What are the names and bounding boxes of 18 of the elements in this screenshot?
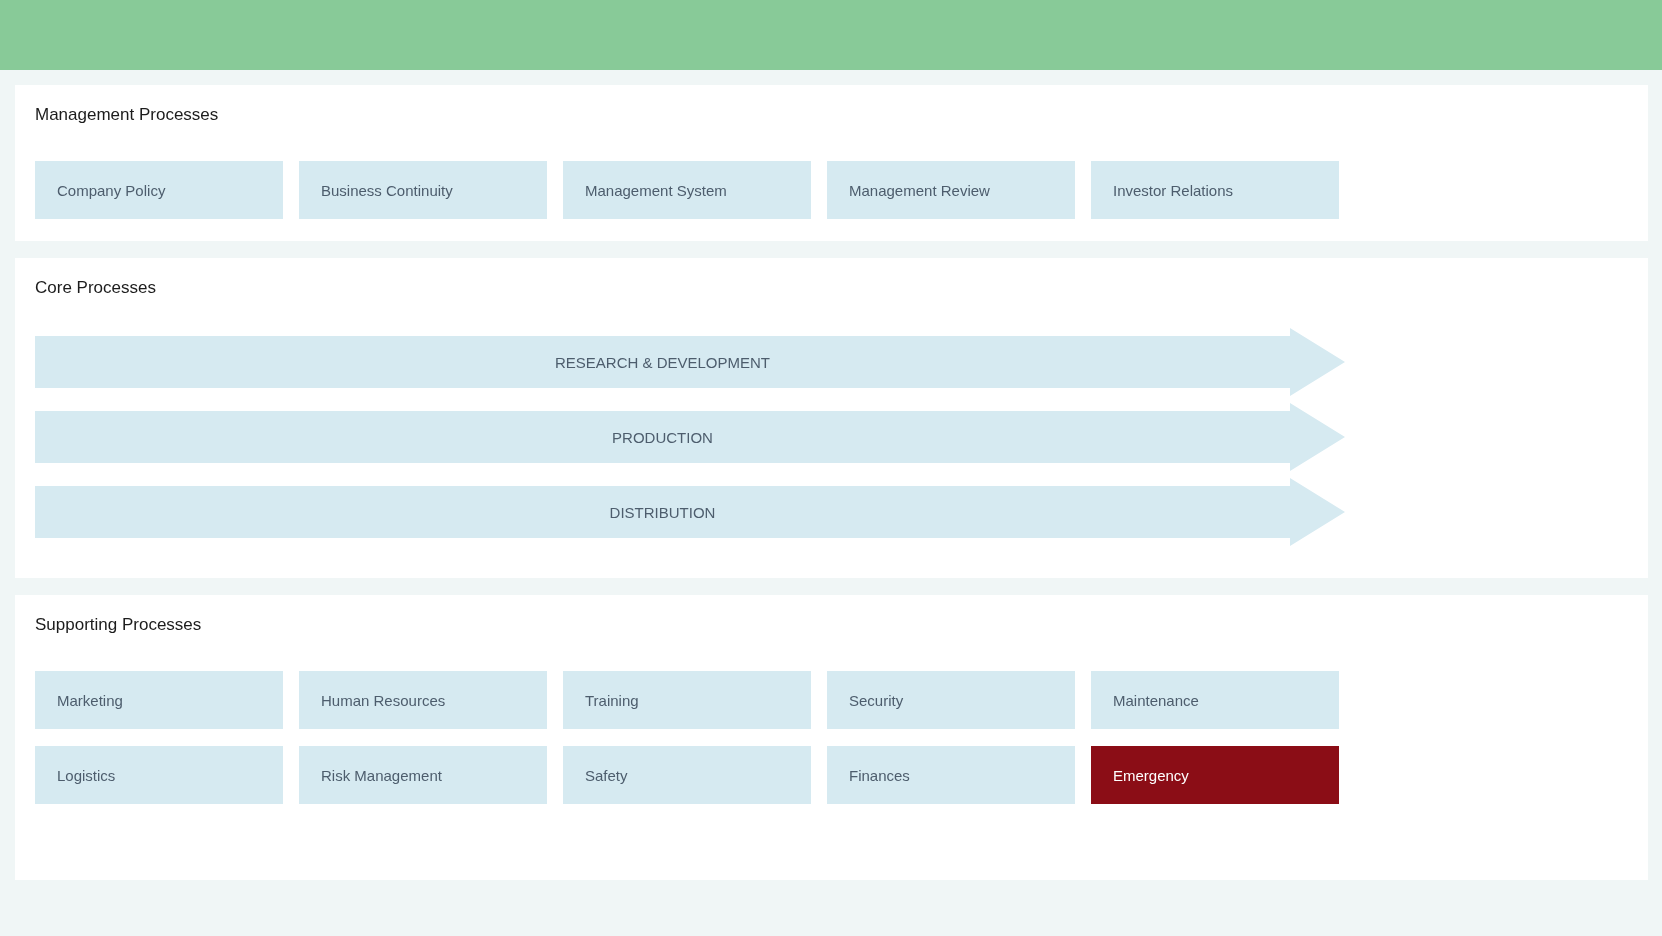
process-tile[interactable]: Risk Management: [299, 746, 547, 804]
process-tile[interactable]: Logistics: [35, 746, 283, 804]
section-title: Management Processes: [35, 105, 220, 125]
section-title: Core Processes: [35, 278, 157, 298]
process-tile[interactable]: Human Resources: [299, 671, 547, 729]
process-tile[interactable]: Security: [827, 671, 1075, 729]
process-tile[interactable]: Business Continuity: [299, 161, 547, 219]
process-tile[interactable]: Safety: [563, 746, 811, 804]
process-tile[interactable]: Investor Relations: [1091, 161, 1339, 219]
process-tile[interactable]: Management System: [563, 161, 811, 219]
process-tile[interactable]: Training: [563, 671, 811, 729]
process-tile[interactable]: Marketing: [35, 671, 283, 729]
section-title: Supporting Processes: [35, 615, 203, 635]
process-tile[interactable]: Maintenance: [1091, 671, 1339, 729]
process-tile[interactable]: Finances: [827, 746, 1075, 804]
process-tile[interactable]: Management Review: [827, 161, 1075, 219]
process-tile[interactable]: Company Policy: [35, 161, 283, 219]
process-tile[interactable]: Emergency: [1091, 746, 1339, 804]
